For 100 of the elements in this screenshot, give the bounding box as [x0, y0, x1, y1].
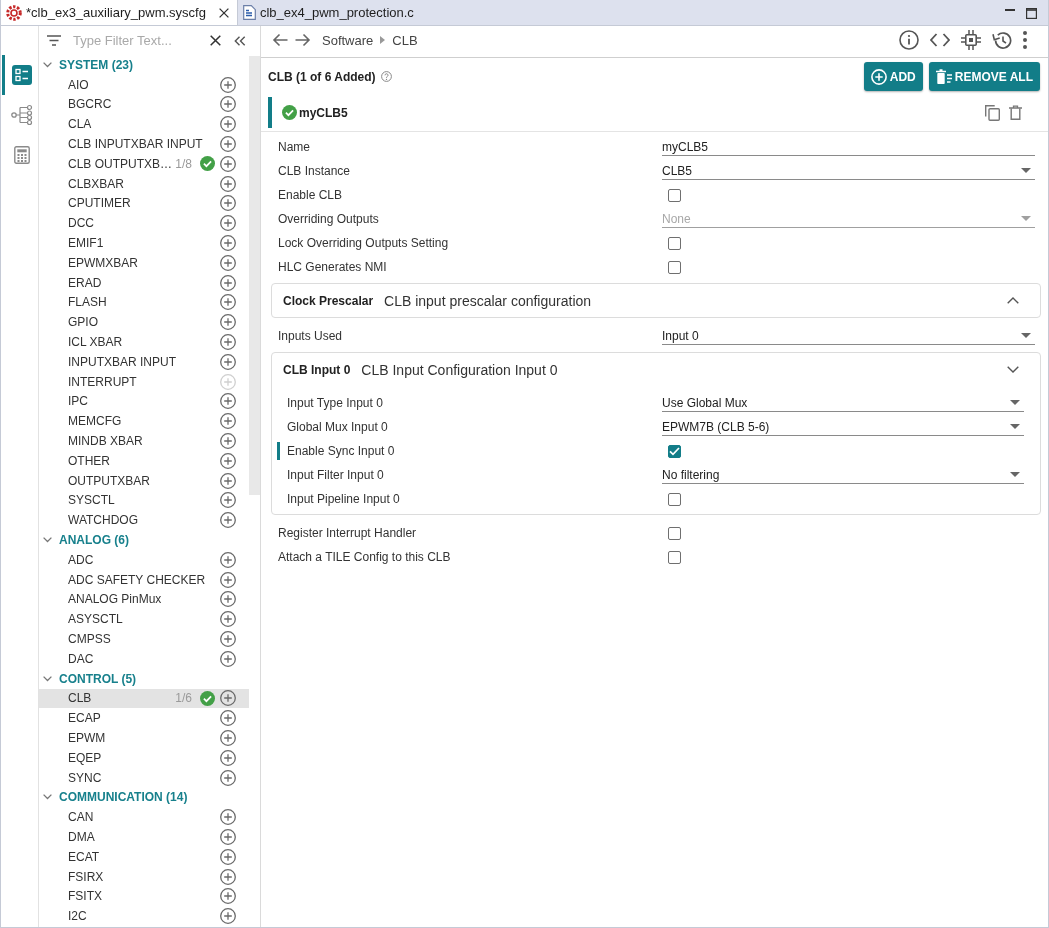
module-list-item[interactable]: CAN [39, 807, 249, 828]
add-icon[interactable] [220, 155, 236, 172]
chevron-down-icon[interactable] [1007, 366, 1019, 373]
add-icon[interactable] [220, 116, 236, 133]
add-icon[interactable] [220, 215, 236, 232]
checkbox[interactable] [668, 444, 681, 458]
category-header[interactable]: CONTROL (5) [39, 668, 249, 689]
dropdown[interactable]: Use Global Mux [662, 394, 1024, 412]
add-icon[interactable] [220, 809, 236, 826]
module-list-item[interactable]: I2C [39, 906, 249, 927]
module-list-item[interactable]: EPWM [39, 728, 249, 748]
module-list-item[interactable]: AIO [39, 74, 249, 95]
module-list-item[interactable]: DAC [39, 648, 249, 669]
remove-all-button[interactable]: REMOVE ALL [928, 62, 1040, 91]
double-chevron-icon[interactable] [234, 35, 246, 46]
add-icon[interactable] [220, 76, 236, 93]
module-list-item[interactable]: OTHER [39, 450, 249, 471]
add-icon[interactable] [220, 551, 236, 568]
module-list-item[interactable]: FLASH [39, 292, 249, 313]
module-list-item[interactable]: GPIO [39, 312, 249, 333]
module-list-item[interactable]: CLB OUTPUTXB… 1/8 [39, 154, 249, 174]
module-list-item[interactable]: ICL XBAR [39, 332, 249, 352]
add-icon[interactable] [220, 888, 236, 905]
module-list-item[interactable]: INTERRUPT [39, 371, 249, 392]
maximize-icon[interactable] [1026, 8, 1037, 19]
add-icon[interactable] [220, 690, 236, 707]
checkbox[interactable] [668, 526, 681, 540]
category-header[interactable]: SYSTEM (23) [39, 55, 249, 75]
module-list-item[interactable]: CLB INPUTXBAR INPUT [39, 134, 249, 154]
add-icon[interactable] [220, 828, 236, 845]
checkbox[interactable] [668, 260, 681, 274]
add-icon[interactable] [220, 492, 236, 509]
module-list-item[interactable]: IPC [39, 391, 249, 412]
module-list-item[interactable]: FSIRX [39, 866, 249, 887]
add-icon[interactable] [220, 472, 236, 489]
add-button[interactable]: ADD [863, 62, 923, 91]
dropdown[interactable]: Input 0 [662, 327, 1035, 345]
add-icon[interactable] [220, 730, 236, 746]
checkbox[interactable] [668, 188, 681, 202]
module-list-item[interactable]: ERAD [39, 272, 249, 293]
module-list-item[interactable]: MINDB XBAR [39, 431, 249, 451]
trash-icon[interactable] [1009, 105, 1022, 120]
module-list-item[interactable]: WATCHDOG [39, 510, 249, 531]
history-icon[interactable] [992, 30, 1012, 50]
module-list-item[interactable]: DMA [39, 827, 249, 847]
add-icon[interactable] [220, 353, 236, 370]
forward-arrow-icon[interactable] [295, 33, 311, 47]
close-icon[interactable] [210, 35, 221, 46]
add-icon[interactable] [220, 631, 236, 647]
add-icon[interactable] [220, 908, 236, 925]
module-list-item[interactable]: EPWMXBAR [39, 252, 249, 273]
editor-tab[interactable]: *clb_ex3_auxiliary_pwm.syscfg [1, 0, 238, 25]
filter-field[interactable]: Type Filter Text... [73, 33, 201, 48]
add-icon[interactable] [220, 175, 236, 192]
add-icon[interactable] [220, 96, 236, 113]
module-list-item[interactable]: ADC SAFETY CHECKER [39, 569, 249, 590]
editor-tab[interactable]: clb_ex4_pwm_protection.c [237, 0, 422, 25]
module-list-item[interactable]: BGCRC [39, 94, 249, 115]
module-list-item[interactable]: ANALOG PinMux [39, 589, 249, 610]
add-icon[interactable] [220, 749, 236, 766]
add-icon[interactable] [220, 195, 236, 212]
module-list-item[interactable]: ECAP [39, 708, 249, 729]
add-icon[interactable] [220, 591, 236, 608]
add-icon[interactable] [220, 314, 236, 331]
filter-icon[interactable] [47, 35, 61, 46]
add-icon[interactable] [220, 868, 236, 885]
add-icon[interactable] [220, 235, 236, 252]
module-list-item[interactable]: CLB 1/6 [39, 688, 249, 709]
add-icon[interactable] [220, 848, 236, 865]
dropdown[interactable]: No filtering [662, 466, 1024, 484]
add-icon[interactable] [220, 136, 236, 153]
more-icon[interactable] [1023, 31, 1027, 49]
text-field[interactable]: myCLB5 [662, 138, 1035, 156]
add-icon[interactable] [220, 334, 236, 351]
copy-icon[interactable] [984, 104, 1000, 121]
add-icon[interactable] [220, 294, 236, 311]
add-icon[interactable] [220, 413, 236, 430]
category-header[interactable]: COMMUNICATION (14) [39, 787, 249, 808]
close-icon[interactable] [218, 7, 229, 18]
module-list-item[interactable]: CLBXBAR [39, 173, 249, 194]
breadcrumb-link[interactable]: Software [322, 32, 374, 48]
add-icon[interactable] [220, 650, 236, 667]
module-list-item[interactable]: FSITX [39, 886, 249, 907]
add-icon[interactable] [220, 452, 236, 469]
module-list-item[interactable]: DCC [39, 213, 249, 234]
add-icon[interactable] [220, 274, 236, 291]
module-list-item[interactable]: EQEP [39, 747, 249, 768]
module-list-item[interactable]: MEMCFG [39, 411, 249, 432]
module-list-item[interactable]: EMIF1 [39, 233, 249, 253]
module-list-item[interactable]: CPUTIMER [39, 193, 249, 214]
module-list-item[interactable]: CLA [39, 114, 249, 135]
add-icon[interactable] [220, 433, 236, 450]
code-icon[interactable] [930, 33, 950, 47]
module-list-item[interactable]: ECAT [39, 846, 249, 867]
back-arrow-icon[interactable] [272, 33, 288, 47]
add-icon[interactable] [220, 769, 236, 786]
add-icon[interactable] [220, 571, 236, 588]
add-icon[interactable] [220, 254, 236, 271]
module-list-item[interactable]: ADC [39, 549, 249, 570]
module-list-item[interactable]: CMPSS [39, 629, 249, 649]
